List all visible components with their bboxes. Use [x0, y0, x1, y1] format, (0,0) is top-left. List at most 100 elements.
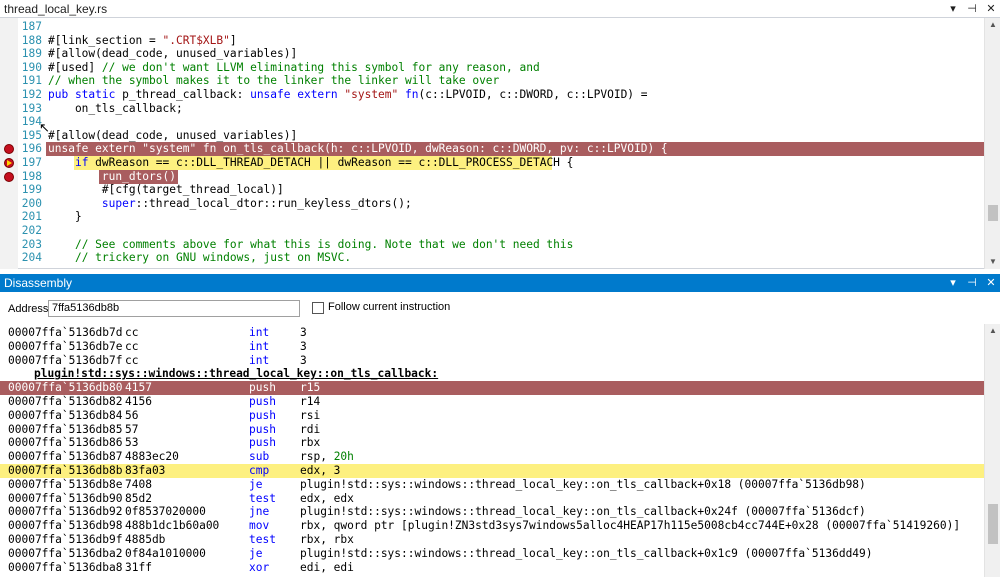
instruction-row[interactable]: 00007ffa`5136db90 85d2 test edx, edx [0, 492, 984, 506]
code-token: ".CRT$XLB" [162, 33, 230, 47]
instruction-operands: edi, edi [300, 560, 354, 574]
code-editor[interactable]: 187 188 #[link_section = ".CRT$XLB"] 189 #[a… [0, 18, 984, 269]
instruction-address: 00007ffa`5136db92 [8, 505, 123, 519]
editor-scrollbar[interactable]: ▲ ▼ [984, 18, 1000, 269]
code-line[interactable]: 192 pub static p_thread_callback: unsafe … [0, 88, 984, 102]
code-line[interactable]: 198 run_dtors(); [0, 169, 984, 184]
scroll-up-icon[interactable]: ▲ [985, 18, 1000, 32]
instruction-row[interactable]: 00007ffa`5136db98 488b1dc1b60a00 mov rbx, q… [0, 519, 984, 533]
code-line[interactable]: 187 [0, 20, 984, 34]
pin-icon[interactable]: ⊣ [967, 0, 977, 18]
instruction-row[interactable]: 00007ffa`5136db80 4157 push r15 [0, 381, 984, 396]
disassembly-scroll-thumb[interactable] [988, 504, 998, 544]
line-number: 196 [21, 142, 42, 156]
instruction-address: 00007ffa`5136db87 [8, 450, 123, 464]
code-token: ] [229, 33, 237, 47]
instruction-address: 00007ffa`5136dba2 [8, 546, 123, 560]
instruction-row[interactable]: 00007ffa`5136db92 0f8537020000 jne plugin!s… [0, 505, 984, 519]
instruction-address: 00007ffa`5136db80 [8, 381, 123, 395]
instruction-bytes: 4885db [125, 533, 166, 546]
instruction-mnemonic: push [249, 381, 276, 395]
code-line[interactable]: 194 [0, 115, 984, 129]
pin-icon[interactable]: ⊣ [967, 274, 977, 292]
code-line[interactable]: 191 // when the symbol makes it to the li… [0, 74, 984, 88]
code-line[interactable]: 196 unsafe extern "system" fn on_tls_call… [0, 142, 984, 157]
instruction-row[interactable]: 00007ffa`5136dba8 31ff xor edi, edi [0, 561, 984, 575]
instruction-operands: edx, edx [300, 491, 354, 505]
symbol-label[interactable]: plugin!std::sys::windows::thread_local_k… [0, 367, 984, 381]
code-token: ::thread_local_dtor::run_keyless_dtors()… [135, 196, 412, 210]
code-token: (c::LPVOID, c::DWORD, c::LPVOID) = [418, 88, 648, 101]
instruction-mnemonic: test [249, 491, 276, 505]
code-line[interactable]: 197 if dwReason == c::DLL_THREAD_DETACH … [0, 156, 984, 170]
code-text: #[allow(dead_code, unused_variables)] [48, 47, 297, 61]
instruction-bytes: 0f84a1010000 [125, 546, 206, 560]
instruction-row[interactable]: 00007ffa`5136db7e cc int 3 [0, 340, 984, 354]
code-line[interactable]: 190 #[used] // we don't want LLVM elimina… [0, 61, 984, 75]
editor-tab-title[interactable]: thread_local_key.rs [4, 2, 107, 16]
editor-scroll-thumb[interactable] [988, 205, 998, 221]
code-line[interactable]: 189 #[allow(dead_code, unused_variables)] [0, 47, 984, 61]
instruction-bytes: cc [125, 326, 139, 339]
code-token: on_tls_callback; [48, 101, 183, 115]
instruction-bytes: 4883ec20 [125, 450, 179, 464]
instruction-bytes: 57 [125, 422, 139, 436]
instruction-row[interactable]: 00007ffa`5136db9f 4885db test rbx, rbx [0, 533, 984, 547]
line-number: 189 [21, 47, 42, 61]
instruction-row[interactable]: 00007ffa`5136db84 56 push rsi [0, 409, 984, 423]
scroll-down-icon[interactable]: ▼ [985, 255, 1000, 269]
instruction-row[interactable]: 00007ffa`5136db8e 7408 je plugin!std::sys::… [0, 478, 984, 492]
code-line[interactable]: 200 super::thread_local_dtor::run_keyles… [0, 197, 984, 211]
dropdown-icon[interactable]: ▾ [948, 274, 958, 292]
instruction-operands: rdi [300, 422, 321, 436]
breakpoint-icon[interactable] [4, 171, 14, 182]
instruction-operands: rbx, qword ptr [plugin!ZN3std3sys7window… [300, 519, 961, 533]
instruction-mnemonic: push [249, 422, 276, 436]
instruction-row[interactable]: 00007ffa`5136db8b 83fa03 cmp edx, 3 [0, 464, 984, 478]
address-input[interactable]: 7ffa5136db8b [48, 300, 300, 317]
code-line[interactable]: 199 #[cfg(target_thread_local)] [0, 183, 984, 197]
code-line[interactable]: 202 [0, 224, 984, 238]
breakpoint-icon[interactable] [4, 144, 14, 155]
instruction-address: 00007ffa`5136db8e [8, 477, 123, 491]
instruction-address: 00007ffa`5136db84 [8, 408, 123, 422]
code-line[interactable]: 203 // See comments above for what this … [0, 238, 984, 252]
instruction-bytes: 7408 [125, 477, 152, 491]
instruction-mnemonic: push [249, 395, 276, 408]
instruction-bytes: 0f8537020000 [125, 505, 206, 519]
code-line[interactable]: 193 on_tls_callback; [0, 102, 984, 116]
instruction-row[interactable]: 00007ffa`5136db87 4883ec20 sub rsp, 20h [0, 450, 984, 464]
instruction-mnemonic: push [249, 408, 276, 422]
line-number: 198 [21, 169, 42, 183]
code-token: #[allow(dead_code, unused_variables)] [48, 128, 298, 142]
disassembly-scrollbar[interactable]: ▲ [984, 324, 1000, 577]
scroll-up-icon[interactable]: ▲ [985, 324, 1000, 338]
close-icon[interactable]: ✕ [986, 274, 996, 292]
instruction-row[interactable]: 00007ffa`5136db85 57 push rdi [0, 423, 984, 437]
current-instruction-icon[interactable] [4, 158, 14, 168]
editor-pane: thread_local_key.rs ▾ ⊣ ✕ 187 188 #[link_s… [0, 0, 1000, 269]
line-number: 190 [21, 60, 42, 74]
instruction-row[interactable]: 00007ffa`5136db7d cc int 3 [0, 326, 984, 340]
code-token: // when the symbol makes it to the linke… [48, 74, 500, 88]
code-line[interactable]: 204 // trickery on GNU windows, just on … [0, 251, 984, 265]
follow-current-instruction-label: Follow current instruction [328, 301, 451, 313]
instruction-row[interactable]: 00007ffa`5136dba2 0f84a1010000 je plugin!st… [0, 547, 984, 561]
code-line[interactable]: 195 #[allow(dead_code, unused_variables)] [0, 129, 984, 143]
instruction-bytes: 56 [125, 408, 139, 422]
instruction-row[interactable]: 00007ffa`5136db86 53 push rbx [0, 436, 984, 450]
line-number: 199 [21, 183, 42, 197]
mouse-cursor-icon: ↖ [39, 120, 50, 135]
instruction-row[interactable]: 00007ffa`5136db82 4156 push r14 [0, 395, 984, 409]
follow-current-instruction-checkbox[interactable] [312, 302, 324, 314]
instruction-row[interactable]: 00007ffa`5136db7f cc int 3 [0, 354, 984, 368]
code-line[interactable]: 201 } [0, 210, 984, 224]
instruction-mnemonic: cmp [249, 464, 270, 477]
disassembly-listing[interactable]: 00007ffa`5136db7d cc int 3 00007ffa`5136db7e… [0, 324, 984, 577]
close-icon[interactable]: ✕ [986, 0, 996, 18]
code-line[interactable]: 188 #[link_section = ".CRT$XLB"] [0, 34, 984, 48]
dropdown-icon[interactable]: ▾ [948, 0, 958, 18]
